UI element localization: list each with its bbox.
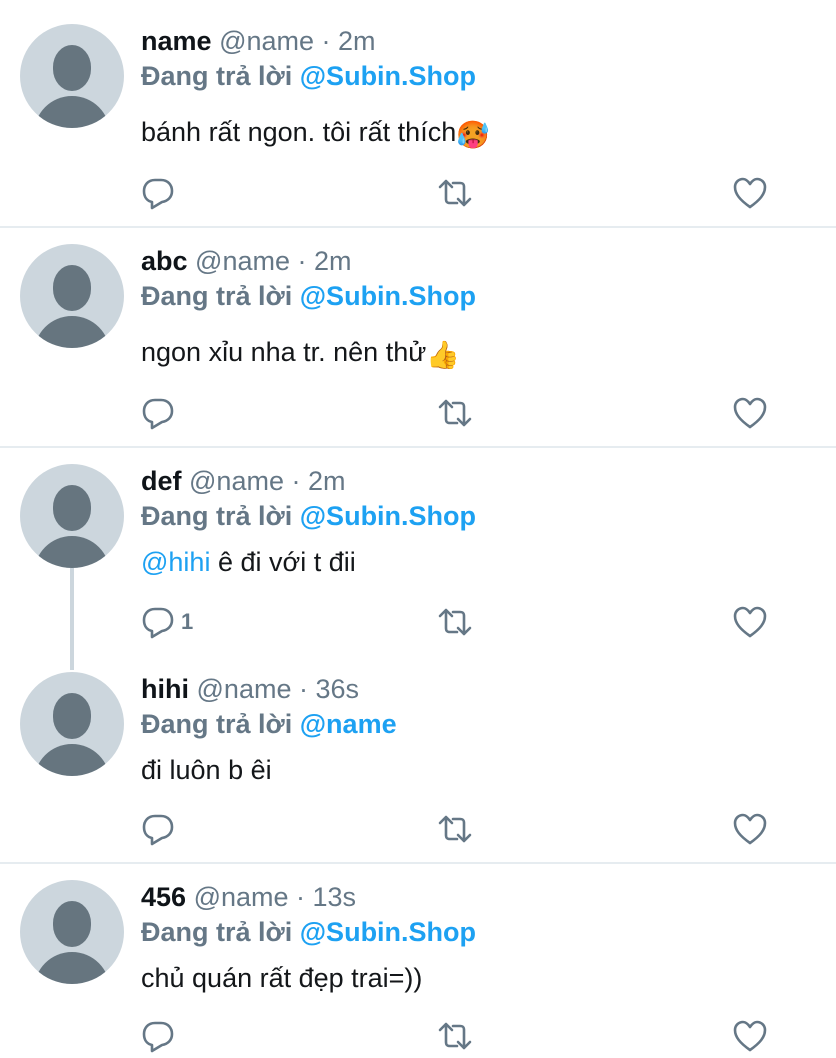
replying-to: Đang trả lời @Subin.Shop: [141, 279, 476, 313]
replying-label: Đang trả lời: [141, 917, 293, 947]
like-button[interactable]: [732, 811, 768, 847]
handle-and-time: @name · 2m: [189, 466, 346, 496]
like-button[interactable]: [732, 395, 768, 431]
reply-icon: [142, 607, 174, 639]
tweet[interactable]: def @name · 2m Đang trả lời @Subin.Shop …: [0, 440, 836, 650]
reply-icon: [142, 398, 174, 430]
tweet-text-body: chủ quán rất đẹp trai=)): [141, 963, 423, 993]
retweet-icon: [438, 608, 472, 636]
retweet-button[interactable]: [437, 395, 473, 431]
replying-to-link[interactable]: @Subin.Shop: [300, 61, 476, 91]
display-name[interactable]: hihi: [141, 674, 189, 704]
handle-and-time: @name · 2m: [219, 26, 376, 56]
reply-icon: [142, 814, 174, 846]
handle-and-time: @name · 13s: [193, 882, 357, 912]
emoji: 🥵: [456, 120, 490, 150]
tweet-header: abc @name · 2m: [141, 244, 352, 278]
replying-label: Đang trả lời: [141, 281, 293, 311]
tweet-text: bánh rất ngon. tôi rất thích🥵: [141, 114, 490, 153]
tweet[interactable]: 456 @name · 13s Đang trả lời @Subin.Shop…: [0, 856, 836, 1058]
display-name[interactable]: def: [141, 466, 182, 496]
reply-button[interactable]: [140, 604, 176, 640]
tweet[interactable]: hihi @name · 36s Đang trả lời @name đi l…: [0, 648, 836, 862]
reply-icon: [142, 178, 174, 210]
retweet-icon: [438, 399, 472, 427]
like-button[interactable]: [732, 175, 768, 211]
tweet-text-body: ê đi với t đii: [210, 547, 356, 577]
handle-and-time: @name · 2m: [195, 246, 352, 276]
tweet-text-body: bánh rất ngon. tôi rất thích: [141, 117, 457, 147]
tweet-text: đi luôn b êi: [141, 752, 272, 788]
retweet-button[interactable]: [437, 1018, 473, 1054]
retweet-icon: [438, 815, 472, 843]
avatar[interactable]: [20, 244, 124, 348]
replying-to: Đang trả lời @name: [141, 707, 397, 741]
retweet-icon: [438, 179, 472, 207]
tweet-header: hihi @name · 36s: [141, 672, 359, 706]
display-name[interactable]: 456: [141, 882, 186, 912]
like-button[interactable]: [732, 604, 768, 640]
retweet-button[interactable]: [437, 811, 473, 847]
avatar[interactable]: [20, 24, 124, 128]
replying-label: Đang trả lời: [141, 61, 293, 91]
reply-icon: [142, 1021, 174, 1053]
avatar[interactable]: [20, 464, 124, 568]
retweet-button[interactable]: [437, 604, 473, 640]
heart-icon: [733, 1020, 767, 1052]
tweet-text: chủ quán rất đẹp trai=)): [141, 960, 422, 996]
replying-to-link[interactable]: @name: [300, 709, 397, 739]
reply-count: 1: [181, 609, 194, 634]
like-button[interactable]: [732, 1018, 768, 1054]
tweet-header: def @name · 2m: [141, 464, 345, 498]
emoji: 👍: [426, 340, 460, 370]
display-name[interactable]: name: [141, 26, 212, 56]
reply-button[interactable]: [140, 1018, 176, 1054]
reply-button[interactable]: [140, 395, 176, 431]
retweet-icon: [438, 1022, 472, 1050]
tweet-text: ngon xỉu nha tr. nên thử👍: [141, 334, 460, 373]
tweet-text: @hihi ê đi với t đii: [141, 544, 356, 580]
tweet-header: name @name · 2m: [141, 24, 376, 58]
replying-to: Đang trả lời @Subin.Shop: [141, 915, 476, 949]
heart-icon: [733, 606, 767, 638]
replying-label: Đang trả lời: [141, 501, 293, 531]
avatar[interactable]: [20, 672, 124, 776]
heart-icon: [733, 397, 767, 429]
reply-button[interactable]: [140, 811, 176, 847]
avatar[interactable]: [20, 880, 124, 984]
tweet[interactable]: abc @name · 2m Đang trả lời @Subin.Shop …: [0, 220, 836, 446]
display-name[interactable]: abc: [141, 246, 188, 276]
heart-icon: [733, 813, 767, 845]
heart-icon: [733, 177, 767, 209]
tweet-text-body: đi luôn b êi: [141, 755, 272, 785]
replying-to-link[interactable]: @Subin.Shop: [300, 281, 476, 311]
retweet-button[interactable]: [437, 175, 473, 211]
tweet-text-body: ngon xỉu nha tr. nên thử: [141, 337, 427, 367]
tweet-header: 456 @name · 13s: [141, 880, 356, 914]
replying-label: Đang trả lời: [141, 709, 293, 739]
tweet[interactable]: name @name · 2m Đang trả lời @Subin.Shop…: [0, 0, 836, 226]
mention-link[interactable]: @hihi: [141, 547, 210, 577]
reply-button[interactable]: [140, 175, 176, 211]
replying-to-link[interactable]: @Subin.Shop: [300, 501, 476, 531]
replying-to: Đang trả lời @Subin.Shop: [141, 499, 476, 533]
replying-to: Đang trả lời @Subin.Shop: [141, 59, 476, 93]
replying-to-link[interactable]: @Subin.Shop: [300, 917, 476, 947]
handle-and-time: @name · 36s: [196, 674, 359, 704]
